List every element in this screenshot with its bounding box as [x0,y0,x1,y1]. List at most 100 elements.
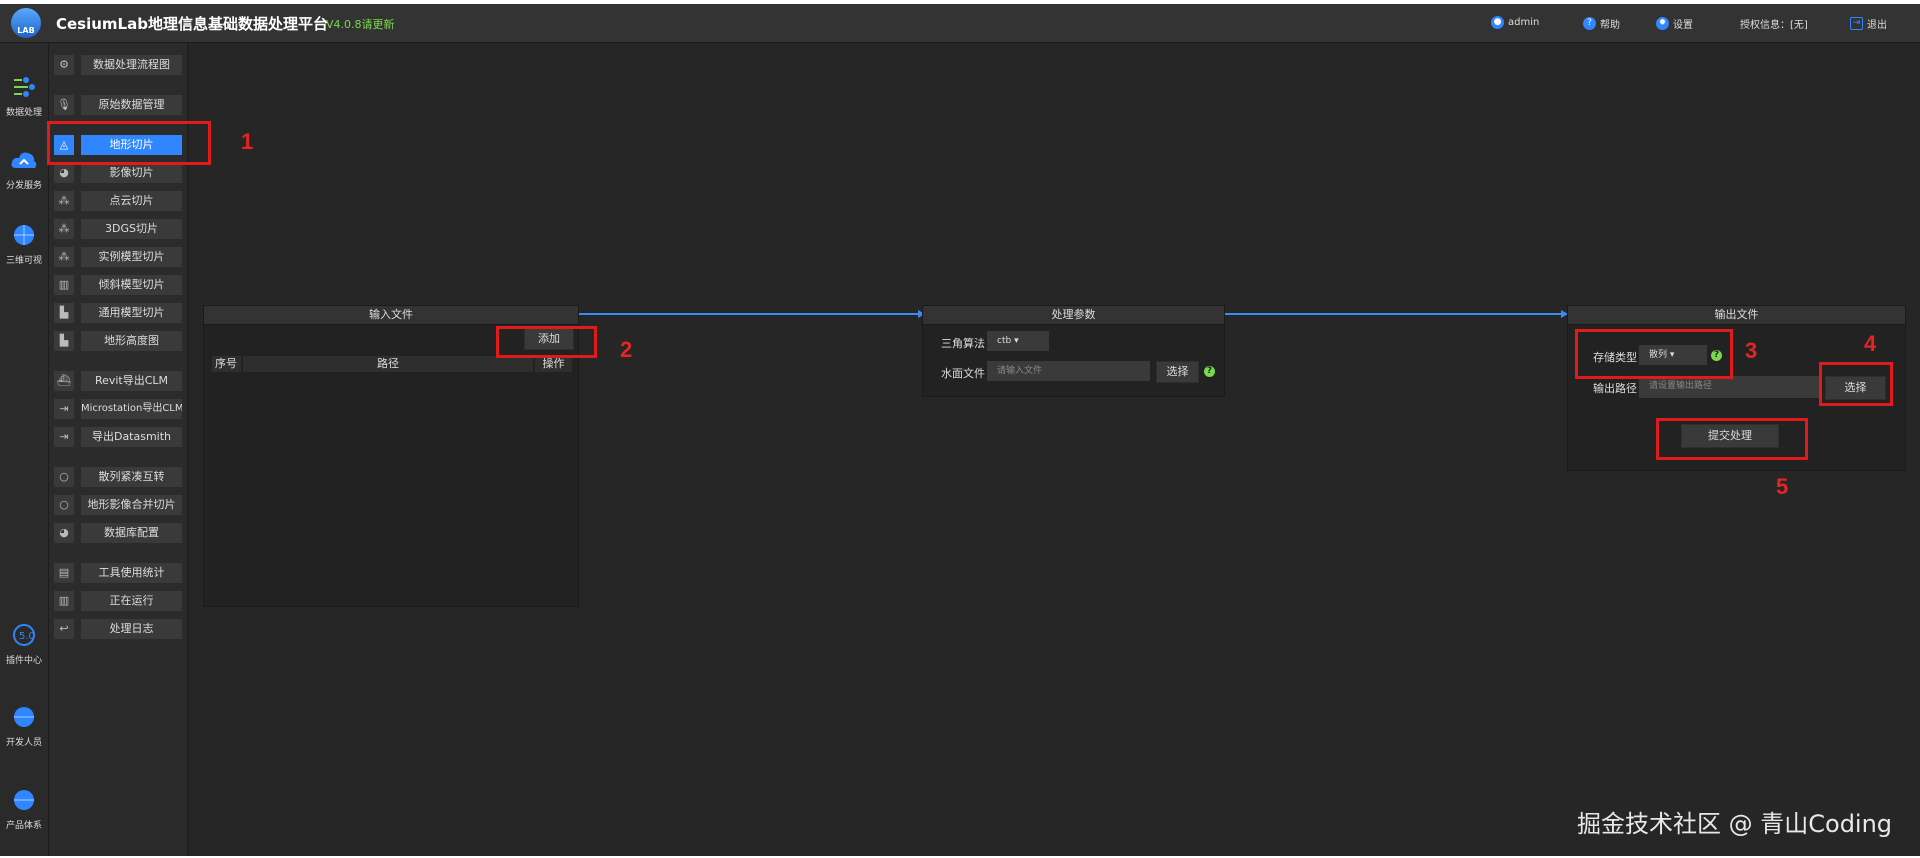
menu-item[interactable]: ⁂ 实例模型切片 [54,247,182,267]
menu-item-label: 正在运行 [81,591,182,611]
menu-item[interactable]: ○ 散列紧凑互转 [54,467,182,487]
menu-item[interactable]: ↩ 处理日志 [54,619,182,639]
annotation-number-4: 4 [1864,331,1877,356]
instance-icon: ⁂ [54,247,74,267]
annotation-number-2: 2 [620,337,633,362]
logout-button[interactable]: ⇥ 退出 [1850,16,1887,31]
menu-item-label: 数据处理流程图 [81,55,182,75]
menu-item-label: 通用模型切片 [81,303,182,323]
menu-item[interactable]: ▥ 倾斜模型切片 [54,275,182,295]
revit-icon: ⛴ [54,371,74,391]
menu-item-label: 原始数据管理 [81,95,182,115]
menu-item[interactable]: ○ 地形影像合并切片 [54,495,182,515]
menu-item-label: 散列紧凑互转 [81,467,182,487]
menu-item[interactable]: ⛴ Revit导出CLM [54,371,182,391]
menu-item-label: 倾斜模型切片 [81,275,182,295]
microphone-icon: 🎙 [54,95,74,115]
menu-item[interactable]: ▥ 正在运行 [54,591,182,611]
flow-connector [1223,313,1564,315]
annotation-box-2 [496,326,597,358]
menu-item-label: 处理日志 [81,619,182,639]
menu-item-label: 数据库配置 [81,523,182,543]
annotation-number-5: 5 [1776,474,1789,499]
menu-item-label: 地形高度图 [81,331,182,351]
menu-item[interactable]: ⁂ 点云切片 [54,191,182,211]
menu-item[interactable]: ▤ 工具使用统计 [54,563,182,583]
building-icon: ▙ [54,303,74,323]
triangle-algorithm-select[interactable]: ctb ▾ [987,331,1049,351]
nav-data-process[interactable]: 数据处理 [0,75,48,118]
nav-publish-service[interactable]: 分发服务 [0,148,48,191]
app-title: CesiumLab地理信息基础数据处理平台 [56,15,328,33]
nav-product-system[interactable]: 产品体系 [0,788,48,831]
document-icon: ▤ [54,563,74,583]
annotation-box-3 [1575,329,1733,379]
menu-item-label: 影像切片 [81,163,182,183]
output-path-input[interactable]: 请设置输出路径 [1639,376,1819,398]
database-icon: ◕ [54,523,74,543]
gear-icon: ⚙ [54,55,74,75]
water-file-input[interactable]: 请输入文件 [987,361,1150,381]
oblique-icon: ▥ [54,275,74,295]
column-path: 路径 [243,356,533,372]
svg-text:5.0: 5.0 [19,631,35,642]
heightmap-icon: ▙ [54,331,74,351]
menu-item-label: Revit导出CLM [81,371,182,391]
developer-icon [14,707,34,727]
menu-item[interactable]: ⇥ Microstation导出CLM [54,399,182,419]
annotation-box-5 [1656,418,1808,460]
gear-icon: ✹ [1656,17,1669,30]
nav-plugin-center[interactable]: 5.0 插件中心 [0,623,48,666]
user-icon: ● [1491,16,1504,29]
app-window: LAB CesiumLab地理信息基础数据处理平台 V4.0.8请更新 ● ad… [0,4,1920,856]
menu-item[interactable]: ◕ 数据库配置 [54,523,182,543]
annotation-number-1: 1 [241,129,254,154]
chevron-down-icon: ▾ [1014,336,1019,346]
product-icon [14,790,34,810]
menu-item[interactable]: ◕ 影像切片 [54,163,182,183]
menu-item[interactable]: ⁂ 3DGS切片 [54,219,182,239]
help-icon[interactable]: ? [1204,366,1215,377]
menu-item-label: 导出Datasmith [81,427,182,447]
help-button[interactable]: ? 帮助 [1583,16,1620,31]
data-process-icon [14,77,35,97]
menu-item[interactable]: ▙ 通用模型切片 [54,303,182,323]
export-icon: ⇥ [54,427,74,447]
menu-item-label: 实例模型切片 [81,247,182,267]
output-panel-title: 输出文件 [1568,306,1905,325]
nav-developer[interactable]: 开发人员 [0,705,48,748]
input-panel-title: 输入文件 [204,306,578,325]
user-menu[interactable]: ● admin [1491,16,1539,29]
menu-item[interactable]: ⚙ 数据处理流程图 [54,55,182,75]
water-file-select-button[interactable]: 选择 [1156,361,1199,383]
nav-3d-visual[interactable]: 三维可视 [0,223,48,266]
params-panel-title: 处理参数 [923,306,1224,325]
water-file-label: 水面文件 [941,367,985,380]
chart-icon: ▥ [54,591,74,611]
menu-item[interactable]: ▙ 地形高度图 [54,331,182,351]
menu-item-label: 地形影像合并切片 [81,495,182,515]
merge-icon: ○ [54,495,74,515]
menu-item-label: 3DGS切片 [81,219,182,239]
settings-button[interactable]: ✹ 设置 [1656,16,1693,31]
menu-item-label: 点云切片 [81,191,182,211]
menu-item[interactable]: 🎙 原始数据管理 [54,95,182,115]
triangle-algorithm-label: 三角算法 [941,337,985,350]
globe-icon [14,225,34,245]
image-icon: ◕ [54,163,74,183]
column-actions: 操作 [535,356,572,372]
output-path-label: 输出路径 [1593,382,1637,395]
top-bar: LAB CesiumLab地理信息基础数据处理平台 V4.0.8请更新 ● ad… [0,4,1920,43]
menu-item-label: 工具使用统计 [81,563,182,583]
version-update-link[interactable]: V4.0.8请更新 [326,16,395,32]
menu-item[interactable]: ⇥ 导出Datasmith [54,427,182,447]
convert-icon: ○ [54,467,74,487]
export-icon: ⇥ [54,399,74,419]
cloud-icon [11,152,37,168]
annotation-box-4 [1819,362,1893,406]
column-index: 序号 [212,356,241,372]
logout-icon: ⇥ [1850,17,1863,30]
file-table-header: 序号 路径 操作 [212,356,572,372]
left-nav: 数据处理 分发服务 三维可视 5.0 插件中心 开发人员 产品体系 [0,43,49,856]
watermark: 掘金技术社区 @ 青山Coding [1577,810,1893,838]
